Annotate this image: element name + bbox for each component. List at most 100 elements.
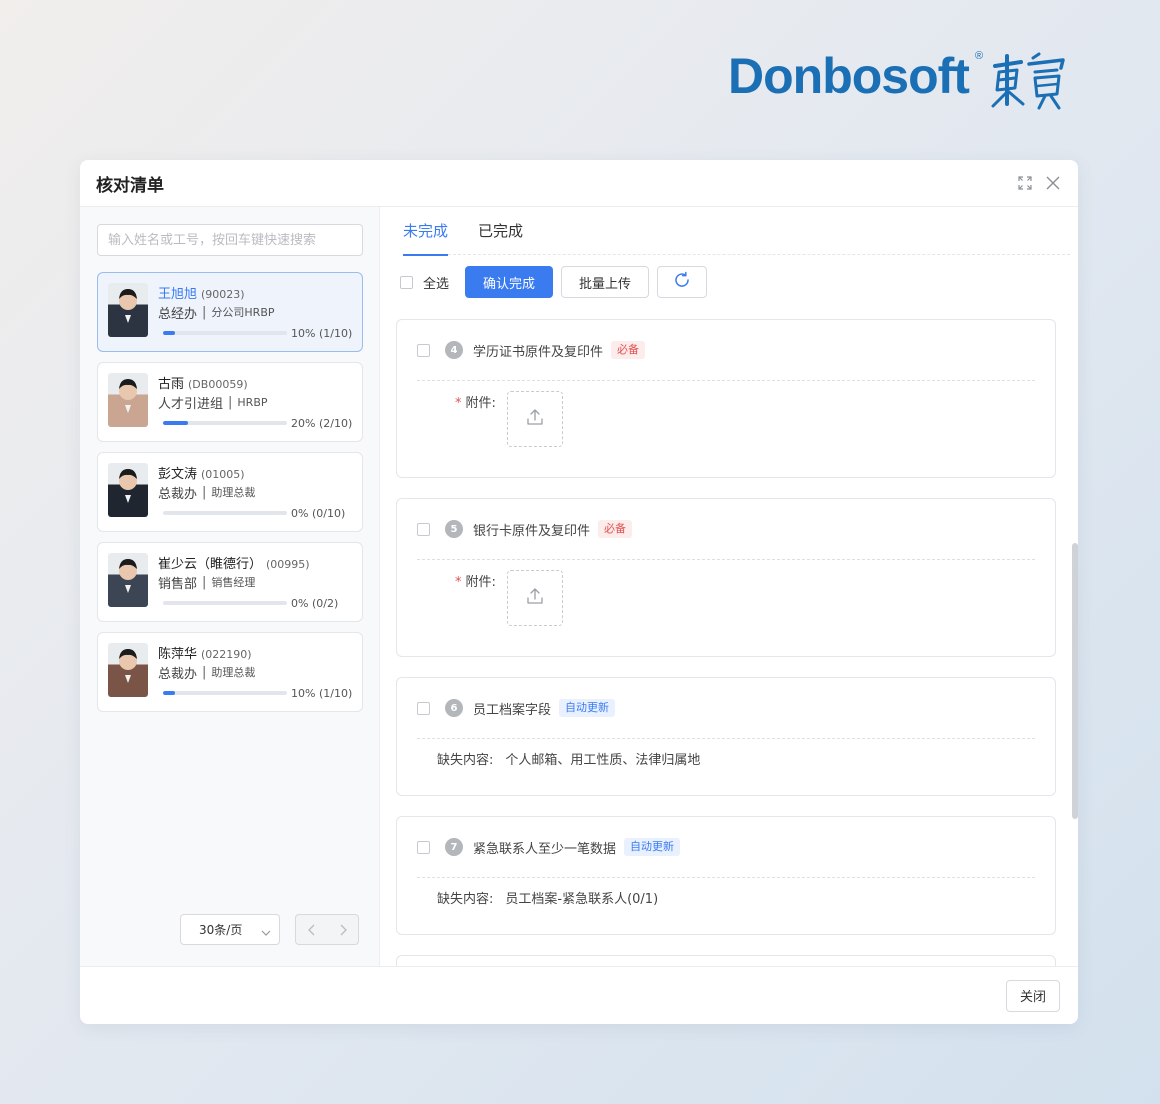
progress-bar	[163, 601, 287, 605]
upload-icon	[525, 407, 545, 431]
attachment-label: * 附件:	[455, 575, 496, 590]
fullscreen-icon[interactable]	[1016, 174, 1034, 192]
employee-role: 助理总裁	[211, 666, 256, 679]
checklist-items: 4 学历证书原件及复印件 必备 * 附件: 5 银行卡原件及复印件 必备 * 附件:…	[396, 319, 1056, 966]
toolbar: 全选 确认完成 批量上传	[400, 266, 1078, 298]
item-number: 5	[445, 520, 463, 538]
progress-bar	[163, 331, 287, 335]
employee-card[interactable]: 古雨 (DB00059) 人才引进组 | HRBP 20% (2/10)	[97, 362, 363, 442]
progress-bar	[163, 421, 287, 425]
item-number: 6	[445, 699, 463, 717]
batch-upload-button[interactable]: 批量上传	[561, 266, 650, 298]
avatar	[108, 643, 148, 697]
brand-name: Donbosoft	[728, 48, 970, 104]
item-checkbox[interactable]	[417, 840, 430, 854]
close-icon[interactable]	[1044, 174, 1062, 192]
tab-bar: 未完成 已完成	[403, 207, 1070, 256]
employee-dept: 人才引进组	[158, 396, 224, 412]
brand-chinese-calligraphy	[987, 48, 1071, 116]
avatar	[108, 373, 148, 427]
checklist-item-partial	[396, 955, 1056, 966]
progress-text: 0% (0/2)	[291, 596, 339, 610]
progress-text: 10% (1/10)	[291, 326, 353, 340]
tab-incomplete[interactable]: 未完成	[403, 207, 449, 256]
progress-bar	[163, 511, 287, 515]
employee-dept: 总裁办	[158, 666, 198, 682]
employee-role: 助理总裁	[211, 486, 256, 499]
avatar	[108, 463, 148, 517]
pagination: 30条/页	[180, 914, 359, 945]
employee-role: HRBP	[237, 395, 268, 409]
page-size-select[interactable]: 30条/页	[180, 914, 280, 945]
progress-text: 20% (2/10)	[291, 416, 353, 430]
dialog-footer: 关闭	[80, 966, 1078, 1024]
upload-icon	[525, 586, 545, 610]
dialog-header: 核对清单	[80, 160, 1078, 207]
checklist-panel: 未完成 已完成 全选 确认完成 批量上传 4 学历证书原件及复印件 必备 * 附…	[380, 207, 1078, 966]
upload-button[interactable]	[507, 391, 563, 447]
item-tag: 必备	[611, 341, 646, 359]
employee-name: 崔少云（睢德行）	[158, 557, 263, 572]
employee-name: 彭文涛	[158, 467, 198, 482]
employee-name: 古雨	[158, 377, 185, 392]
item-title: 紧急联系人至少一笔数据	[473, 841, 617, 857]
employee-id: (022190)	[201, 648, 252, 661]
missing-value: 员工档案-紧急联系人(0/1)	[505, 892, 659, 907]
select-all-label: 全选	[423, 276, 450, 292]
brand-logo: Donbosoft ®	[728, 48, 1071, 112]
employee-card[interactable]: 崔少云（睢德行） (00995) 销售部 | 销售经理 0% (0/2)	[97, 542, 363, 622]
item-title: 学历证书原件及复印件	[473, 344, 604, 360]
item-tag: 自动更新	[624, 838, 681, 856]
employee-name: 王旭旭	[158, 287, 198, 302]
item-checkbox[interactable]	[417, 343, 430, 357]
employee-dept: 销售部	[158, 576, 198, 592]
scrollbar[interactable]	[1072, 543, 1078, 819]
refresh-button[interactable]	[657, 266, 708, 298]
tab-completed[interactable]: 已完成	[478, 207, 523, 255]
missing-label: 缺失内容:	[437, 892, 494, 907]
item-tag: 自动更新	[559, 699, 616, 717]
item-title: 员工档案字段	[473, 702, 552, 718]
attachment-label: * 附件:	[455, 396, 496, 411]
employee-card[interactable]: 王旭旭 (90023) 总经办 | 分公司HRBP 10% (1/10)	[97, 272, 363, 352]
employee-id: (90023)	[201, 288, 245, 301]
dialog-title: 核对清单	[96, 175, 164, 196]
missing-value: 个人邮箱、用工性质、法律归属地	[505, 753, 701, 768]
checklist-item: 7 紧急联系人至少一笔数据 自动更新 缺失内容: 员工档案-紧急联系人(0/1)	[396, 816, 1056, 935]
refresh-icon	[673, 271, 691, 293]
search-input[interactable]	[97, 224, 363, 256]
item-number: 4	[445, 341, 463, 359]
employee-id: (01005)	[201, 468, 245, 481]
employee-dept: 总经办	[158, 306, 198, 322]
employee-list: 王旭旭 (90023) 总经办 | 分公司HRBP 10% (1/10) 古雨 …	[97, 272, 363, 712]
close-button[interactable]: 关闭	[1006, 979, 1060, 1012]
chevron-down-icon	[261, 926, 271, 940]
checklist-item: 5 银行卡原件及复印件 必备 * 附件:	[396, 498, 1056, 657]
dialog-body: 王旭旭 (90023) 总经办 | 分公司HRBP 10% (1/10)	[80, 207, 1078, 966]
checklist-item: 6 员工档案字段 自动更新 缺失内容: 个人邮箱、用工性质、法律归属地	[396, 677, 1056, 796]
page-size-value: 30条/页	[199, 923, 243, 937]
prev-page-button[interactable]	[296, 915, 327, 944]
employee-panel: 王旭旭 (90023) 总经办 | 分公司HRBP 10% (1/10)	[80, 207, 380, 966]
page-navigation	[295, 914, 359, 945]
item-checkbox[interactable]	[417, 701, 430, 715]
employee-dept: 总裁办	[158, 486, 198, 502]
employee-role: 销售经理	[211, 576, 256, 589]
item-tag: 必备	[598, 520, 633, 538]
next-page-button[interactable]	[327, 915, 358, 944]
checklist-item: 4 学历证书原件及复印件 必备 * 附件:	[396, 319, 1056, 478]
employee-role: 分公司HRBP	[211, 306, 275, 319]
item-title: 银行卡原件及复印件	[473, 523, 591, 539]
item-number: 7	[445, 838, 463, 856]
select-all-checkbox[interactable]	[400, 275, 413, 289]
progress-text: 10% (1/10)	[291, 686, 353, 700]
employee-name: 陈萍华	[158, 647, 198, 662]
confirm-complete-button[interactable]: 确认完成	[465, 266, 554, 298]
missing-label: 缺失内容:	[437, 753, 494, 768]
item-checkbox[interactable]	[417, 522, 430, 536]
avatar	[108, 553, 148, 607]
upload-button[interactable]	[507, 570, 563, 626]
employee-card[interactable]: 陈萍华 (022190) 总裁办 | 助理总裁 10% (1/10)	[97, 632, 363, 712]
progress-text: 0% (0/10)	[291, 506, 346, 520]
employee-card[interactable]: 彭文涛 (01005) 总裁办 | 助理总裁 0% (0/10)	[97, 452, 363, 532]
